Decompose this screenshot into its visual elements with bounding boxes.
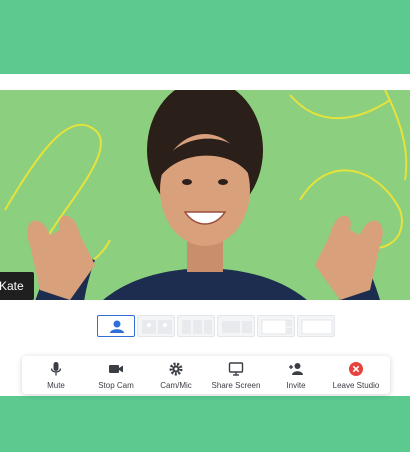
gear-icon: [169, 362, 183, 375]
stop-cam-button[interactable]: Stop Cam: [87, 361, 145, 390]
leave-studio-label: Leave Studio: [332, 380, 380, 390]
add-user-icon: [289, 362, 303, 375]
mute-label: Mute: [47, 380, 65, 390]
video-camera-icon: [109, 364, 123, 373]
invite-label: Invite: [286, 380, 306, 390]
layout-side-by-side-button[interactable]: [217, 315, 255, 337]
mute-button[interactable]: Mute: [27, 361, 85, 390]
participant-name-tag: Kate: [0, 272, 34, 300]
layout-two-up-button[interactable]: [137, 315, 175, 337]
fullscreen-layout-icon: [301, 319, 333, 335]
layout-selector: [97, 315, 335, 337]
cam-mic-settings-button[interactable]: Cam/Mic: [147, 361, 205, 390]
participant-video-person: [27, 90, 383, 300]
microphone-icon: [50, 361, 62, 375]
invite-button[interactable]: Invite: [267, 361, 325, 390]
featured-layout-icon: [261, 319, 292, 335]
studio-toolbar: Mute Stop Cam Cam/Mic Share Screen Invit…: [22, 356, 390, 394]
grid-layout-icon: [182, 320, 212, 334]
layout-single-button[interactable]: [97, 315, 135, 337]
close-circle-icon: [349, 361, 363, 376]
participant-name: Kate: [0, 279, 24, 293]
layout-fullscreen-button[interactable]: [297, 315, 335, 337]
two-person-layout-icon: [142, 320, 172, 334]
cam-mic-label: Cam/Mic: [160, 380, 192, 390]
monitor-icon: [228, 361, 244, 376]
video-feed: [0, 90, 410, 300]
share-screen-label: Share Screen: [211, 380, 261, 390]
stop-cam-label: Stop Cam: [98, 380, 134, 390]
layout-grid-button[interactable]: [177, 315, 215, 337]
layout-featured-button[interactable]: [257, 315, 295, 337]
leave-studio-button[interactable]: Leave Studio: [327, 361, 385, 390]
share-screen-button[interactable]: Share Screen: [207, 361, 265, 390]
person-icon: [110, 320, 124, 333]
side-layout-icon: [222, 321, 252, 333]
